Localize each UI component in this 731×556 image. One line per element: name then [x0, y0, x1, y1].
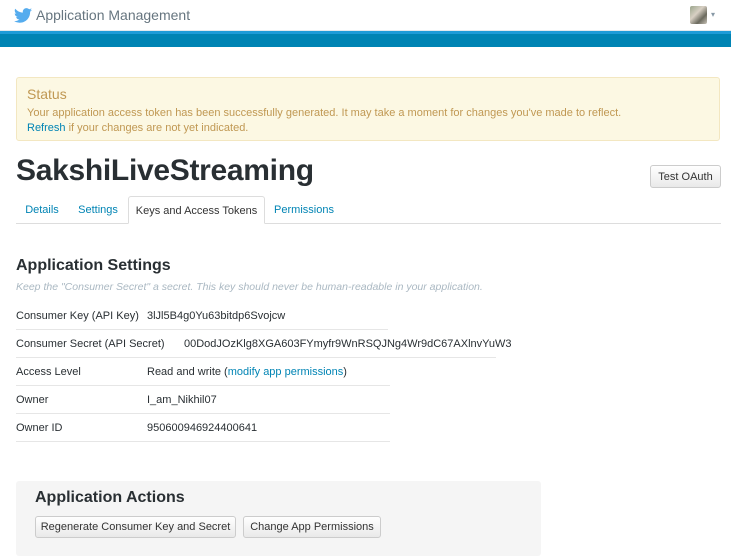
- refresh-link[interactable]: Refresh: [27, 122, 66, 134]
- header-banner: [0, 31, 731, 47]
- user-avatar[interactable]: [690, 6, 707, 24]
- twitter-bird-icon[interactable]: [14, 8, 32, 23]
- settings-row-owner: Owner I_am_Nikhil07: [16, 386, 390, 414]
- change-app-permissions-button[interactable]: Change App Permissions: [243, 516, 381, 538]
- status-message: Your application access token has been s…: [27, 107, 622, 119]
- consumer-secret-label: Consumer Secret (API Secret): [16, 338, 165, 350]
- owner-value: I_am_Nikhil07: [147, 394, 217, 406]
- status-alert: Status Your application access token has…: [16, 77, 720, 141]
- app-name-heading: SakshiLiveStreaming: [16, 154, 314, 187]
- consumer-secret-value: 00DodJOzKlg8XGA603FYmyfr9WnRSQJNg4Wr9dC6…: [184, 338, 512, 350]
- modify-app-permissions-link[interactable]: modify app permissions: [228, 366, 344, 378]
- owner-label: Owner: [16, 394, 49, 406]
- regenerate-consumer-key-button[interactable]: Regenerate Consumer Key and Secret: [35, 516, 236, 538]
- tab-details[interactable]: Details: [16, 196, 68, 224]
- owner-id-value: 950600946924400641: [147, 422, 258, 434]
- top-bar: Application Management ▾: [0, 0, 731, 31]
- settings-row-consumer-secret: Consumer Secret (API Secret) 00DodJOzKlg…: [16, 330, 512, 358]
- app-tabs: Details Settings Keys and Access Tokens …: [16, 196, 721, 224]
- settings-row-access-level: Access Level Read and write (modify app …: [16, 358, 390, 386]
- access-level-value-group: Read and write (modify app permissions): [147, 366, 347, 378]
- access-level-label: Access Level: [16, 366, 81, 378]
- refresh-suffix: if your changes are not yet indicated.: [65, 122, 249, 134]
- access-level-value: Read and write: [147, 366, 221, 378]
- consumer-key-value: 3lJl5B4g0Yu63bitdp6Svojcw: [147, 310, 286, 322]
- tab-keys-and-access-tokens[interactable]: Keys and Access Tokens: [128, 196, 265, 224]
- chevron-down-icon[interactable]: ▾: [711, 10, 715, 19]
- consumer-secret-note: Keep the "Consumer Secret" a secret. Thi…: [16, 281, 483, 293]
- application-settings-heading: Application Settings: [16, 257, 171, 274]
- settings-row-consumer-key: Consumer Key (API Key) 3lJl5B4g0Yu63bitd…: [16, 302, 388, 330]
- tab-permissions[interactable]: Permissions: [269, 196, 339, 224]
- application-actions-panel: Application Actions Regenerate Consumer …: [16, 481, 541, 556]
- test-oauth-button[interactable]: Test OAuth: [650, 165, 721, 188]
- owner-id-label: Owner ID: [16, 422, 63, 434]
- app-management-title[interactable]: Application Management: [36, 7, 190, 23]
- application-actions-heading: Application Actions: [35, 489, 185, 506]
- tab-settings[interactable]: Settings: [72, 196, 124, 224]
- status-title: Status: [27, 86, 67, 102]
- status-refresh-line: Refresh if your changes are not yet indi…: [27, 121, 709, 136]
- consumer-key-label: Consumer Key (API Key): [16, 310, 139, 322]
- settings-row-owner-id: Owner ID 950600946924400641: [16, 414, 390, 442]
